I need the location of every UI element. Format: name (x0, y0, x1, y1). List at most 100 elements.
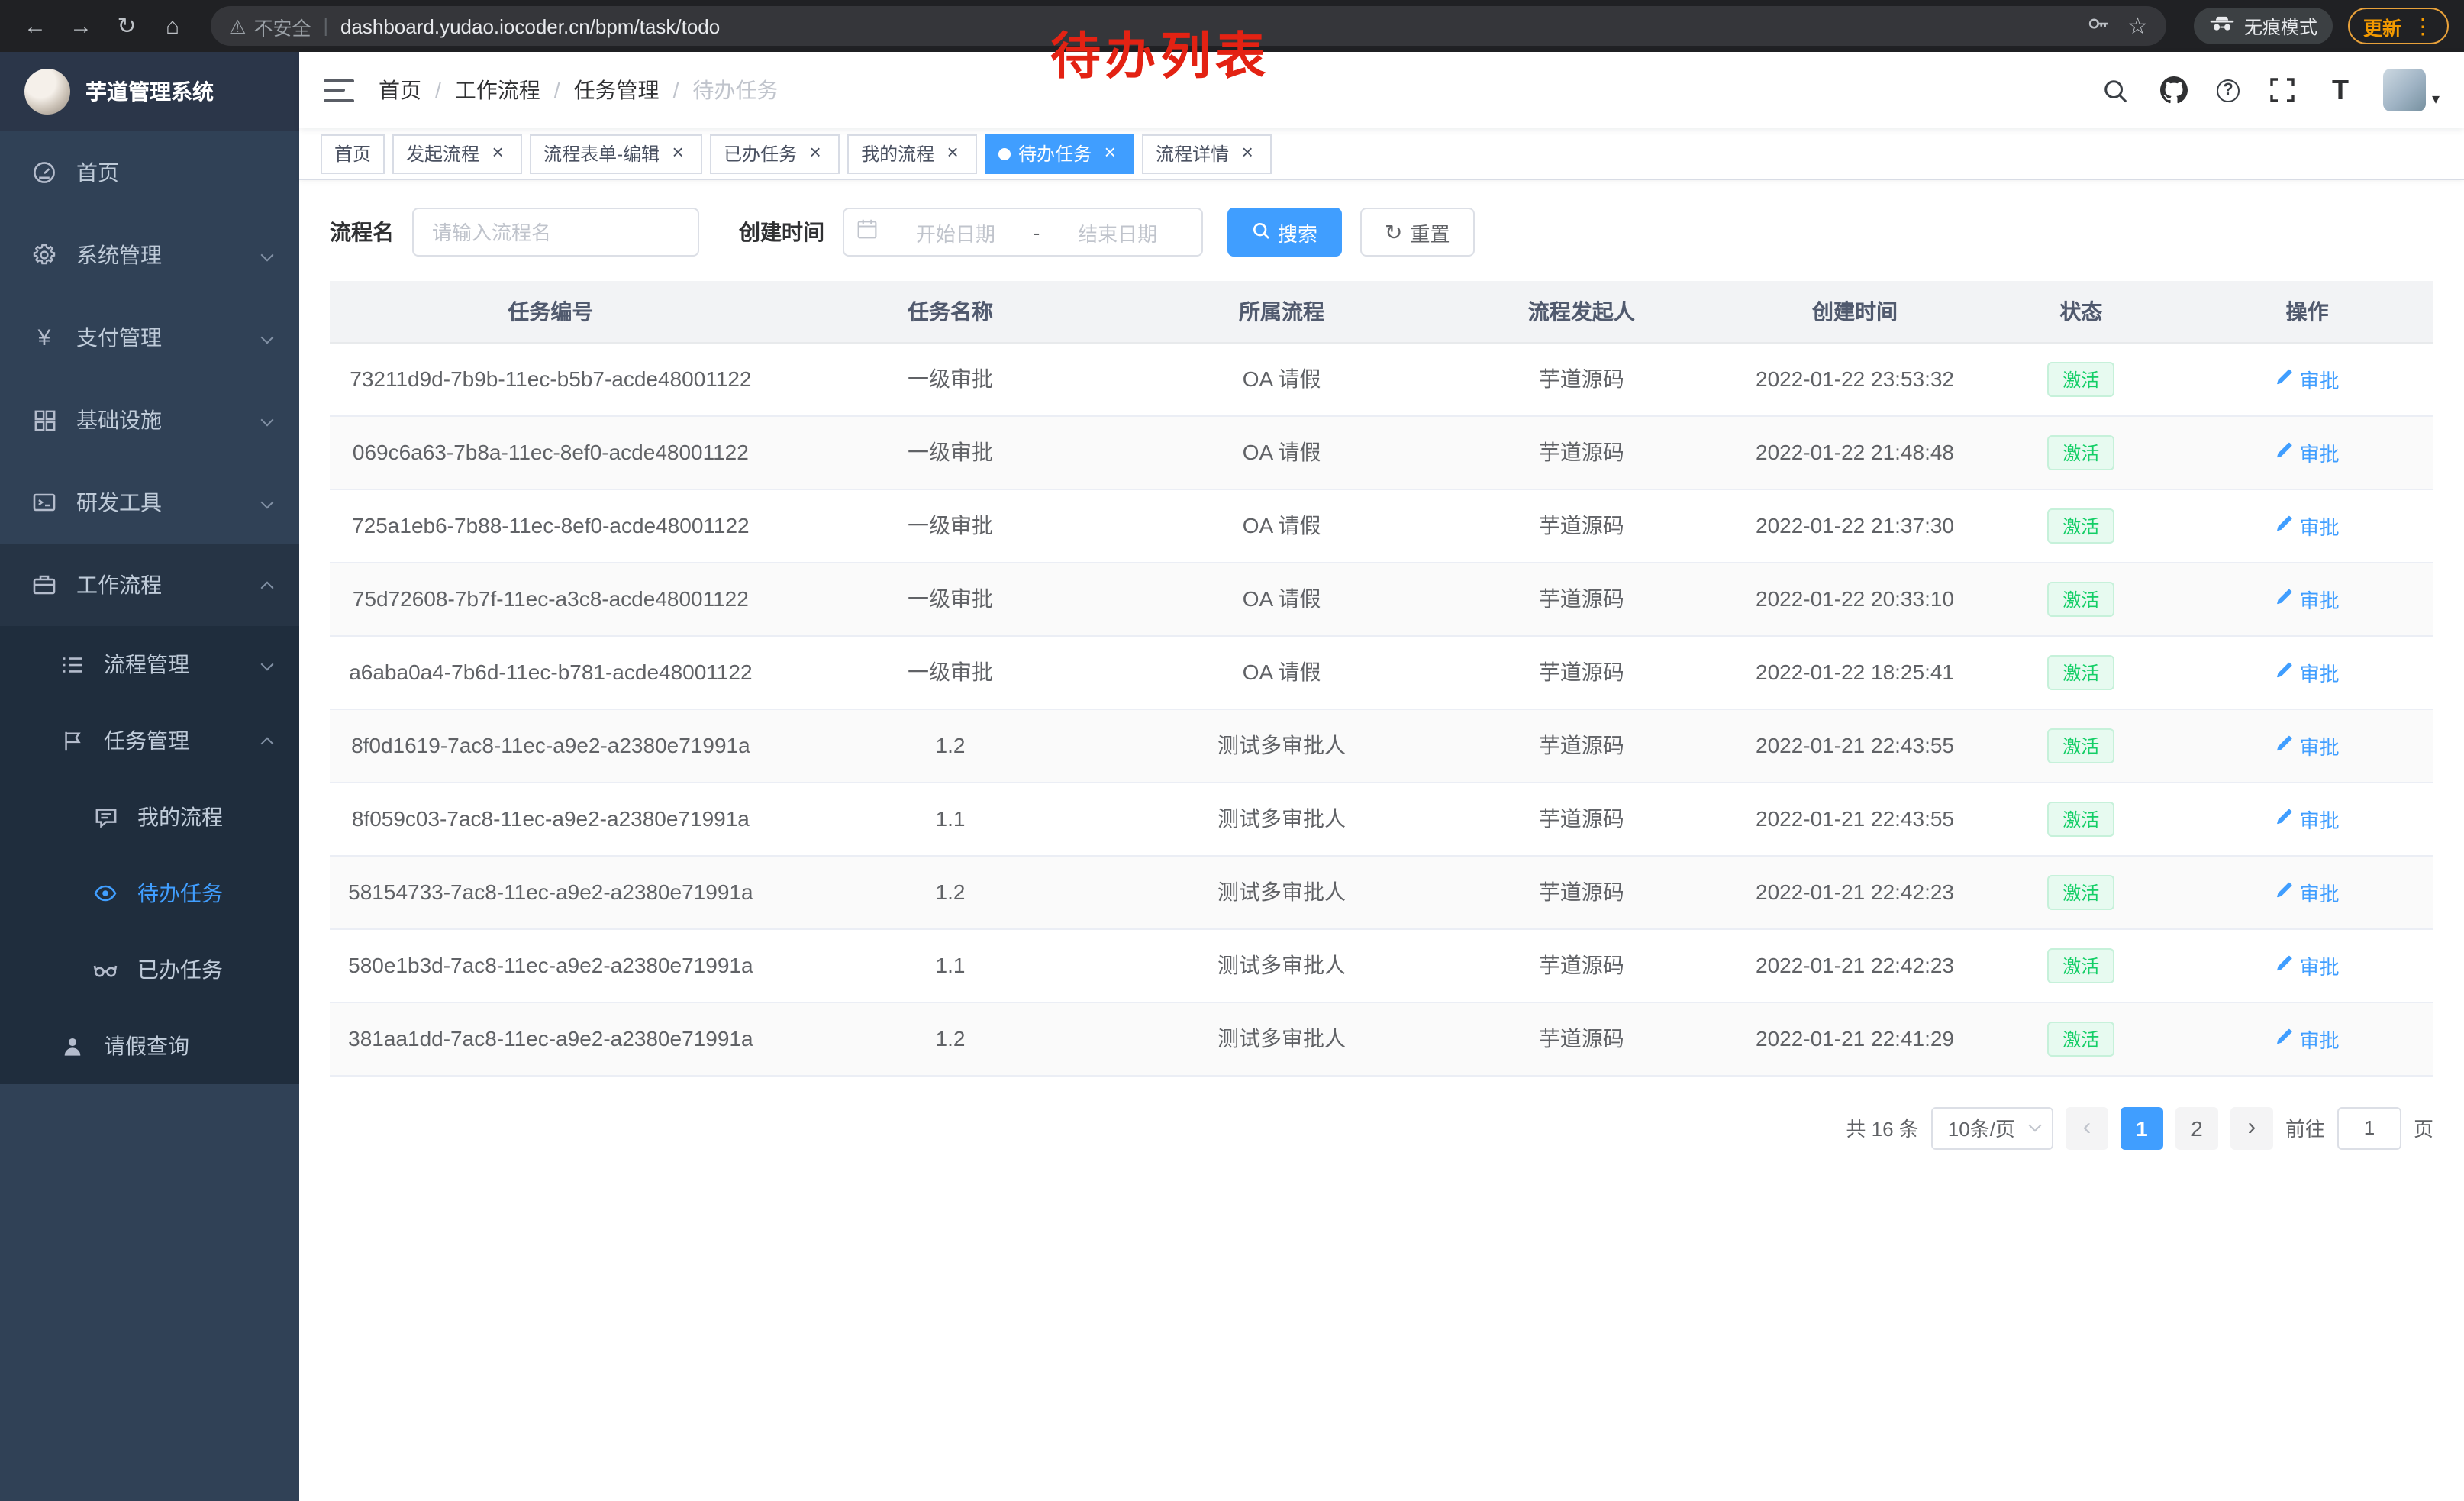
update-label: 更新 (2363, 11, 2401, 40)
task-table-header: 任务编号 任务名称 所属流程 流程发起人 创建时间 状态 操作 (330, 281, 2433, 342)
tab-首页[interactable]: 首页 (321, 134, 385, 173)
cell-action: 审批 (2181, 709, 2433, 782)
tab-我的流程[interactable]: 我的流程× (847, 134, 977, 173)
tab-close-icon[interactable]: × (1237, 143, 1258, 164)
sidebar-item-infrastructure[interactable]: 基础设施 (0, 379, 299, 461)
sidebar-item-label: 首页 (76, 157, 278, 188)
sidebar-item-home[interactable]: 首页 (0, 131, 299, 214)
sidebar-item-process-management[interactable]: 流程管理 (0, 626, 299, 702)
tab-close-icon[interactable]: × (1099, 143, 1121, 164)
approve-link[interactable]: 审批 (2275, 657, 2340, 686)
sidebar-item-label: 工作流程 (76, 570, 244, 600)
cell-process: 测试多审批人 (1129, 1002, 1434, 1075)
sidebar-item-dev-tools[interactable]: 研发工具 (0, 461, 299, 544)
chevron-down-icon (261, 249, 274, 262)
prev-page-button[interactable]: ‹ (2066, 1106, 2108, 1149)
table-row: a6aba0a4-7b6d-11ec-b781-acde48001122一级审批… (330, 635, 2433, 709)
cell-process: 测试多审批人 (1129, 709, 1434, 782)
breadcrumb-workflow[interactable]: 工作流程 (455, 75, 540, 105)
page-size-select[interactable]: 10条/页 (1931, 1106, 2053, 1149)
approve-link[interactable]: 审批 (2275, 877, 2340, 906)
tab-流程详情[interactable]: 流程详情× (1142, 134, 1272, 173)
goto-label: 前往 (2285, 1113, 2325, 1142)
page-button-2[interactable]: 2 (2175, 1106, 2218, 1149)
sidebar-item-todo-tasks[interactable]: 待办任务 (0, 855, 299, 931)
approve-link[interactable]: 审批 (2275, 437, 2340, 466)
tab-close-icon[interactable]: × (942, 143, 963, 164)
sidebar-item-done-tasks[interactable]: 已办任务 (0, 931, 299, 1008)
goto-page-input[interactable] (2337, 1106, 2401, 1149)
cell-create-time: 2022-01-22 20:33:10 (1729, 562, 1982, 635)
create-time-range-picker[interactable]: 开始日期 - 结束日期 (843, 208, 1203, 257)
sidebar-item-leave-query[interactable]: 请假查询 (0, 1008, 299, 1084)
password-key-icon[interactable] (2086, 12, 2109, 40)
tab-label: 待办任务 (1018, 140, 1092, 166)
next-page-button[interactable]: › (2230, 1106, 2273, 1149)
tab-发起流程[interactable]: 发起流程 × (392, 134, 522, 173)
search-button[interactable]: 搜索 (1227, 208, 1342, 257)
sidebar-item-payment[interactable]: ¥ 支付管理 (0, 296, 299, 379)
table-row: 8f059c03-7ac8-11ec-a9e2-a2380e71991a1.1测… (330, 782, 2433, 855)
user-menu[interactable]: ▾ (2383, 69, 2440, 111)
status-badge: 激活 (2047, 434, 2114, 470)
tab-已办任务[interactable]: 已办任务× (710, 134, 840, 173)
pen-icon (2275, 880, 2294, 903)
browser-back-button[interactable]: ← (15, 6, 55, 46)
approve-link[interactable]: 审批 (2275, 364, 2340, 393)
tab-close-icon[interactable]: × (667, 143, 689, 164)
update-button[interactable]: 更新 ⋮ (2348, 8, 2449, 44)
approve-link[interactable]: 审批 (2275, 511, 2340, 540)
sidebar-item-task-management[interactable]: 任务管理 (0, 702, 299, 779)
cell-task-name: 1.2 (772, 1002, 1130, 1075)
browser-reload-button[interactable]: ↻ (107, 6, 147, 46)
sidebar-item-system[interactable]: 系统管理 (0, 214, 299, 296)
reset-button[interactable]: ↻ 重置 (1360, 208, 1475, 257)
pen-icon (2275, 587, 2294, 610)
cell-task-id: 8f0d1619-7ac8-11ec-a9e2-a2380e71991a (330, 709, 772, 782)
fullscreen-icon[interactable] (2267, 75, 2298, 105)
pagination: 共 16 条 10条/页 ‹ 1 2 › 前往 页 (330, 1106, 2433, 1149)
not-secure-chip[interactable]: ⚠ 不安全 (229, 11, 311, 40)
approve-link[interactable]: 审批 (2275, 804, 2340, 833)
bookmark-star-icon[interactable]: ☆ (2127, 12, 2148, 40)
tab-label: 发起流程 (406, 140, 479, 166)
tab-close-icon[interactable]: × (805, 143, 826, 164)
font-size-icon[interactable]: T (2325, 75, 2356, 105)
approve-link[interactable]: 审批 (2275, 731, 2340, 760)
github-icon[interactable] (2159, 75, 2189, 105)
browser-forward-button[interactable]: → (61, 6, 101, 46)
sidebar-item-workflow[interactable]: 工作流程 (0, 544, 299, 626)
cell-create-time: 2022-01-21 22:43:55 (1729, 782, 1982, 855)
status-badge: 激活 (2047, 654, 2114, 689)
sidebar-collapse-icon[interactable] (324, 79, 354, 102)
help-icon[interactable]: ? (2217, 79, 2240, 102)
tab-close-icon[interactable]: × (487, 143, 508, 164)
breadcrumb-home[interactable]: 首页 (379, 75, 421, 105)
cell-starter: 芋道源码 (1434, 562, 1729, 635)
approve-link[interactable]: 审批 (2275, 951, 2340, 980)
sidebar-item-my-process[interactable]: 我的流程 (0, 779, 299, 855)
app-logo[interactable]: 芋道管理系统 (0, 52, 299, 131)
search-button-label: 搜索 (1278, 218, 1317, 247)
search-icon[interactable] (2101, 75, 2131, 105)
breadcrumb-task-management[interactable]: 任务管理 (574, 75, 660, 105)
approve-link[interactable]: 审批 (2275, 584, 2340, 613)
pen-icon (2275, 807, 2294, 830)
process-name-input[interactable] (412, 208, 699, 257)
sidebar-item-label: 研发工具 (76, 487, 244, 518)
calendar-icon (856, 218, 878, 247)
chevron-down-icon (2028, 1119, 2041, 1132)
chevron-up-icon (261, 582, 274, 595)
sidebar-item-label: 任务管理 (104, 725, 244, 756)
cell-create-time: 2022-01-21 22:41:29 (1729, 1002, 1982, 1075)
pen-icon (2275, 954, 2294, 976)
tab-bar: 首页发起流程×流程表单-编辑×已办任务×我的流程×待办任务×流程详情× (299, 128, 2464, 180)
page-button-1[interactable]: 1 (2121, 1106, 2163, 1149)
tab-流程表单-编辑[interactable]: 流程表单-编辑× (530, 134, 702, 173)
approve-link[interactable]: 审批 (2275, 1024, 2340, 1053)
cell-create-time: 2022-01-22 23:53:32 (1729, 342, 1982, 415)
browser-home-button[interactable]: ⌂ (153, 6, 192, 46)
cell-starter: 芋道源码 (1434, 782, 1729, 855)
browser-menu-icon[interactable]: ⋮ (2412, 13, 2433, 39)
tab-待办任务[interactable]: 待办任务 × (985, 134, 1134, 173)
